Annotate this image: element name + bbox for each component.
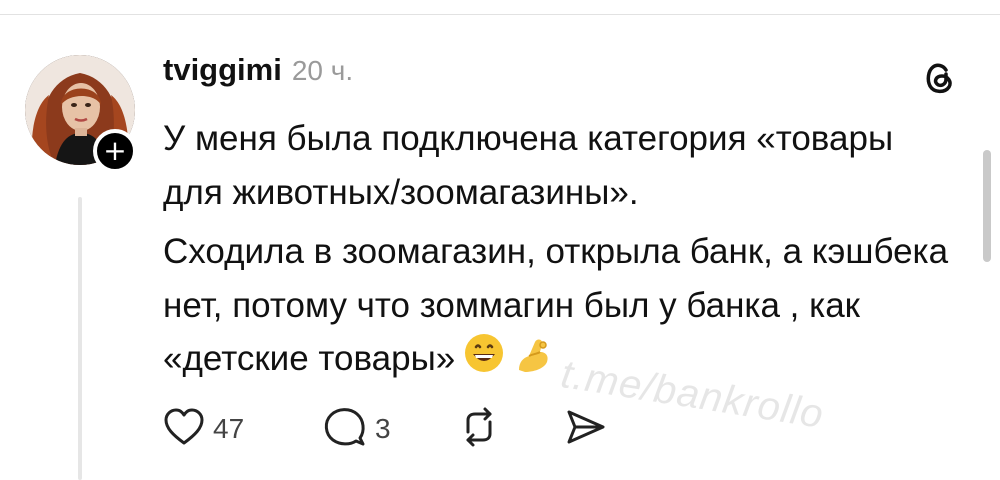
top-divider xyxy=(0,14,1000,15)
post-header: tviggimi 20 ч. xyxy=(163,52,353,96)
reply-count: 3 xyxy=(375,413,391,444)
reply-button[interactable]: 3 xyxy=(323,404,391,454)
post-paragraph-1: У меня была подключена категория «товары… xyxy=(163,119,894,212)
thread-line xyxy=(78,197,82,480)
share-button[interactable] xyxy=(563,404,607,454)
like-count: 47 xyxy=(213,413,245,444)
repost-icon xyxy=(458,406,500,453)
post-timestamp: 20 ч. xyxy=(291,55,354,86)
post-body: У меня была подключена категория «товары… xyxy=(163,112,953,390)
plus-icon: + xyxy=(103,134,127,167)
threads-logo-icon[interactable] xyxy=(917,56,961,100)
username-link[interactable]: tviggimi xyxy=(163,52,282,88)
like-button[interactable]: 47 xyxy=(163,404,244,454)
follow-button[interactable]: + xyxy=(93,129,137,173)
post-paragraph-2: Сходила в зоомагазин, открыла банк, а кэ… xyxy=(163,225,953,390)
send-icon xyxy=(563,406,607,453)
threads-post-page: + tviggimi 20 ч. У меня была подключена … xyxy=(0,0,1000,480)
repost-button[interactable] xyxy=(458,404,500,454)
speech-bubble-icon xyxy=(323,406,367,453)
pinching-hand-emoji xyxy=(513,332,553,390)
heart-icon xyxy=(163,407,205,452)
post-actions: 47 3 xyxy=(163,404,663,454)
post-paragraph-2-text: Сходила в зоомагазин, открыла банк, а кэ… xyxy=(163,232,949,378)
grinning-face-emoji xyxy=(463,332,505,390)
scrollbar-thumb[interactable] xyxy=(983,150,991,262)
